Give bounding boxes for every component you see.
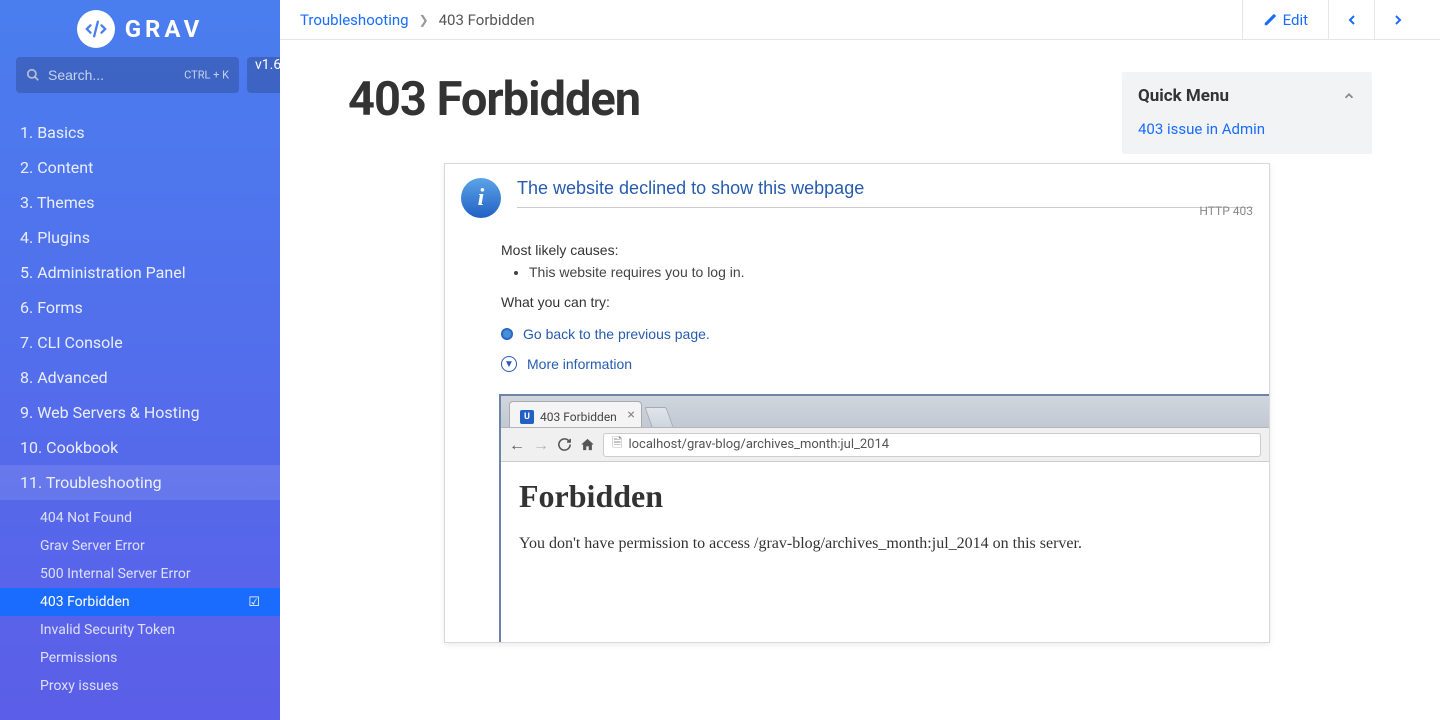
subnav-permissions[interactable]: Permissions [0,644,280,672]
favicon-icon: U [520,410,534,424]
subnav-403[interactable]: 403 Forbidden ☑ [0,588,280,616]
info-icon: i [461,178,501,218]
edit-button[interactable]: Edit [1242,0,1328,39]
nav-item-webservers[interactable]: 9. Web Servers & Hosting [0,395,280,430]
nav-item-basics[interactable]: 1. Basics [0,115,280,150]
breadcrumb-parent[interactable]: Troubleshooting [300,11,409,29]
reload-icon[interactable] [557,437,572,452]
breadcrumb: Troubleshooting ❯ 403 Forbidden [300,11,1242,29]
chrome-tab[interactable]: U 403 Forbidden × [509,401,642,427]
ie-error-title: The website declined to show this webpag… [517,178,1253,199]
forbidden-message: You don't have permission to access /gra… [519,535,1251,553]
subnav-404[interactable]: 404 Not Found [0,504,280,532]
subnav-proxy[interactable]: Proxy issues [0,672,280,700]
breadcrumb-current: 403 Forbidden [439,11,535,29]
nav-item-cookbook[interactable]: 10. Cookbook [0,430,280,465]
forward-icon[interactable]: → [533,435,549,455]
logo-icon [77,10,115,48]
expand-icon[interactable]: ▼ [501,356,517,372]
check-icon: ☑ [248,595,260,610]
brand-text: GRAV [125,15,204,43]
topbar: Troubleshooting ❯ 403 Forbidden Edit [280,0,1440,40]
chrome-frame: U 403 Forbidden × ← → � [499,394,1269,642]
nav: 1. Basics 2. Content 3. Themes 4. Plugin… [0,115,280,720]
go-back-link[interactable]: Go back to the previous page. [523,326,710,342]
try-label: What you can try: [501,294,1269,310]
home-icon[interactable] [580,437,595,452]
main: Troubleshooting ❯ 403 Forbidden Edit 403… [280,0,1440,720]
chevron-right-icon: ❯ [419,13,429,27]
subnav-invalid-token[interactable]: Invalid Security Token [0,616,280,644]
nav-item-troubleshooting[interactable]: 11. Troubleshooting [0,465,280,500]
content: 403 Forbidden Quick Menu 403 issue in Ad… [280,40,1440,720]
tab-close-icon[interactable]: × [627,407,634,423]
search-row: CTRL + K v1.6⌄ [0,57,280,93]
subnav-500[interactable]: 500 Internal Server Error [0,560,280,588]
quick-menu-header[interactable]: Quick Menu [1122,72,1372,120]
nav-item-forms[interactable]: 6. Forms [0,290,280,325]
http-status: HTTP 403 [517,204,1253,218]
nav-item-themes[interactable]: 3. Themes [0,185,280,220]
error-screenshot: i The website declined to show this webp… [444,163,1270,643]
back-icon[interactable]: ← [509,435,525,455]
new-tab-button[interactable] [644,407,673,427]
nav-item-plugins[interactable]: 4. Plugins [0,220,280,255]
page-icon: 🗎 [612,434,622,456]
quick-menu: Quick Menu 403 issue in Admin [1122,72,1372,154]
url-bar[interactable]: 🗎 localhost/grav-blog/archives_month:jul… [603,433,1261,457]
chevron-up-icon [1342,89,1356,103]
nav-item-admin-panel[interactable]: 5. Administration Panel [0,255,280,290]
subnav-grav-server-error[interactable]: Grav Server Error [0,532,280,560]
next-button[interactable] [1374,0,1420,39]
version-select[interactable]: v1.6⌄ [247,57,280,93]
causes-label: Most likely causes: [501,242,1269,258]
quick-menu-link[interactable]: 403 issue in Admin [1138,120,1356,138]
sidebar: GRAV CTRL + K v1.6⌄ 1. Basics 2. Content… [0,0,280,720]
cause-item: This website requires you to log in. [529,264,1269,280]
nav-item-advanced[interactable]: 8. Advanced [0,360,280,395]
bullet-icon [501,328,513,340]
search-shortcut: CTRL + K [184,69,229,82]
nav-item-cli[interactable]: 7. CLI Console [0,325,280,360]
more-info-link[interactable]: More information [527,356,632,372]
prev-button[interactable] [1328,0,1374,39]
subnav: 404 Not Found Grav Server Error 500 Inte… [0,500,280,700]
forbidden-heading: Forbidden [519,478,1251,515]
nav-item-content[interactable]: 2. Content [0,150,280,185]
chrome-toolbar: ← → 🗎 localhost/grav-blog/archives_month… [501,428,1269,462]
chrome-tabs: U 403 Forbidden × [501,396,1269,428]
logo[interactable]: GRAV [0,0,280,57]
